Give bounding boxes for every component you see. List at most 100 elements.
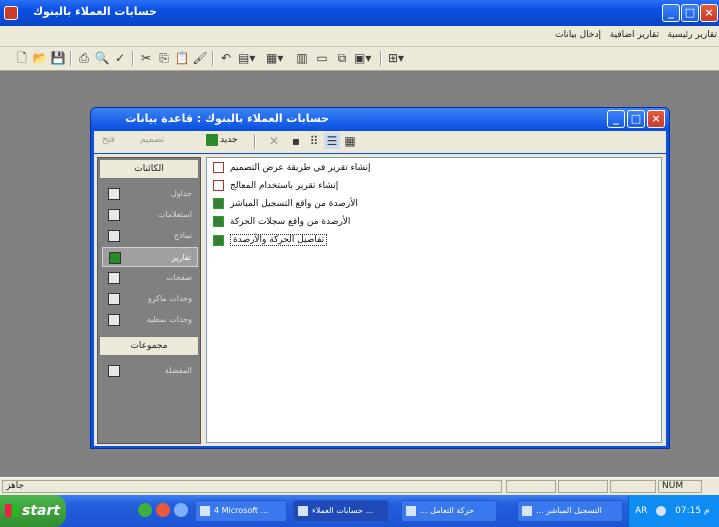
- help-icon[interactable]: ⊞▾: [388, 50, 404, 66]
- language-indicator[interactable]: AR: [635, 506, 647, 516]
- taskbar-button[interactable]: ... التسجيل المباشر: [517, 500, 623, 522]
- quicklaunch-desktop-icon[interactable]: [138, 503, 152, 517]
- save-icon[interactable]: 💾: [50, 50, 66, 66]
- system-tray: AR 07:15 م: [628, 495, 719, 527]
- undo-icon[interactable]: ↶: [218, 50, 234, 66]
- status-panel: [610, 480, 656, 493]
- spelling-icon[interactable]: ✓: [112, 50, 128, 66]
- page-icon: [108, 272, 120, 284]
- objects-item-label: صفحات: [166, 273, 192, 282]
- macro-icon: [108, 293, 120, 305]
- window-icon: [406, 506, 416, 516]
- form-icon: [108, 230, 120, 242]
- objects-item-label: وحدات نمطية: [146, 315, 192, 324]
- design-button[interactable]: تصميم: [140, 135, 164, 145]
- objects-item-reports[interactable]: تقارير: [102, 247, 198, 267]
- start-button[interactable]: start: [0, 495, 66, 527]
- access-app-icon[interactable]: [4, 6, 18, 20]
- window-icon: [298, 506, 308, 516]
- report-icon: [213, 198, 224, 209]
- open-folder-icon[interactable]: 📂: [32, 50, 48, 66]
- taskbar-button[interactable]: ... حركة التعامل: [401, 500, 497, 522]
- list-item-label: إنشاء تقرير باستخدام المعالج: [230, 180, 339, 191]
- taskbar-button-label: ... التسجيل المباشر: [536, 506, 602, 515]
- new-button[interactable]: جديد: [220, 135, 238, 145]
- taskbar-button-label: ... حركة التعامل: [420, 506, 474, 515]
- db-maximize-button[interactable]: □: [627, 110, 645, 128]
- db-close-button[interactable]: ×: [647, 110, 665, 128]
- toolbar-separator: [212, 51, 214, 66]
- list-item-label: الأرصدة من واقع التسجيل المباشر: [230, 198, 358, 209]
- status-bar: جاهز NUM: [0, 477, 719, 495]
- objects-item-label: نماذج: [173, 231, 192, 240]
- status-panel: [506, 480, 556, 493]
- quicklaunch-browser-icon[interactable]: [156, 503, 170, 517]
- analyze-icon[interactable]: ▦▾: [266, 50, 283, 66]
- objects-item-label: استعلامات: [157, 210, 192, 219]
- objects-item-modules[interactable]: وحدات نمطية: [102, 310, 198, 330]
- cut-icon[interactable]: ✂: [138, 50, 154, 66]
- report-icon: [109, 252, 121, 264]
- objects-header[interactable]: الكائنات: [99, 159, 199, 179]
- delete-icon[interactable]: ✕: [266, 133, 282, 149]
- new-object-icon[interactable]: ▣▾: [354, 50, 371, 66]
- list-item[interactable]: إنشاء تقرير باستخدام المعالج: [213, 180, 338, 196]
- open-button[interactable]: فتح: [102, 135, 115, 145]
- office-links-icon[interactable]: ▤▾: [238, 50, 255, 66]
- objects-item-label: تقارير: [171, 253, 191, 262]
- copy-icon[interactable]: ⎘: [156, 50, 172, 66]
- relationships-icon[interactable]: ⧉: [334, 50, 350, 66]
- objects-item-pages[interactable]: صفحات: [102, 268, 198, 288]
- window-icon: [522, 506, 532, 516]
- list-item[interactable]: إنشاء تقرير في طريقة عرض التصميم: [213, 162, 371, 178]
- menu-item-main-reports[interactable]: تقارير رئيسية: [667, 30, 717, 40]
- database-window-title-bar: حسابات العملاء بالبنوك : قاعدة بيانات _ …: [91, 108, 669, 130]
- database-window-title: حسابات العملاء بالبنوك : قاعدة بيانات: [125, 112, 329, 125]
- new-file-icon[interactable]: 🗋: [14, 50, 30, 66]
- list-item[interactable]: الأرصدة من واقع التسجيل المباشر: [213, 198, 358, 214]
- menu-item-data-entry[interactable]: إدخال بيانات: [555, 30, 601, 40]
- taskbar-button[interactable]: حسابات العملاء ...: [293, 500, 389, 522]
- objects-item-queries[interactable]: استعلامات: [102, 205, 198, 225]
- groups-item-favorites[interactable]: المفضلة: [102, 361, 198, 381]
- app-title-bar: حسابات العملاء بالبنوك _ □ ×: [0, 0, 719, 26]
- code-icon[interactable]: ▥: [294, 50, 310, 66]
- maximize-button[interactable]: □: [681, 4, 699, 22]
- small-icons-icon[interactable]: ⠿: [306, 133, 322, 149]
- taskbar-button-label: حسابات العملاء ...: [312, 506, 374, 515]
- groups-header[interactable]: مجموعات: [99, 336, 199, 356]
- num-lock-indicator: NUM: [658, 480, 702, 493]
- list-item-label: تفاصيل الحركة والأرصدة: [230, 234, 328, 246]
- list-view-icon[interactable]: ☰: [324, 133, 340, 149]
- menu-item-extra-reports[interactable]: تقارير اضافية: [610, 30, 659, 40]
- query-icon: [108, 209, 120, 221]
- status-text: جاهز: [2, 480, 502, 493]
- toolbar-separator: [380, 51, 382, 66]
- report-wizard-icon: [213, 162, 224, 173]
- large-icons-icon[interactable]: ▪: [288, 133, 304, 149]
- objects-item-forms[interactable]: نماذج: [102, 226, 198, 246]
- objects-item-tables[interactable]: جداول: [102, 184, 198, 204]
- new-report-icon: [206, 134, 218, 146]
- details-view-icon[interactable]: ▦: [342, 133, 358, 149]
- objects-item-label: جداول: [170, 189, 192, 198]
- print-icon[interactable]: ⎙: [76, 50, 92, 66]
- clock[interactable]: 07:15 م: [675, 506, 709, 516]
- taskbar-button[interactable]: 4 Microsoft ...: [195, 500, 287, 522]
- paste-icon[interactable]: 📋: [174, 50, 190, 66]
- list-item[interactable]: الأرصدة من واقع سجلات الحركة: [213, 216, 350, 232]
- print-preview-icon[interactable]: 🔍: [94, 50, 110, 66]
- start-label: start: [22, 503, 61, 519]
- list-item[interactable]: تفاصيل الحركة والأرصدة: [213, 234, 328, 250]
- objects-item-macros[interactable]: وحدات ماكرو: [102, 289, 198, 309]
- database-window-body: الكائنات جداول استعلامات نماذج تقارير صف…: [94, 154, 666, 446]
- standard-toolbar: 🗋 📂 💾 ⎙ 🔍 ✓ ✂ ⎘ 📋 🖌 ↶ ▤▾ ▦▾ ▥ ▭ ⧉ ▣▾ ⊞▾: [0, 47, 719, 71]
- close-button[interactable]: ×: [700, 4, 718, 22]
- db-minimize-button[interactable]: _: [607, 110, 625, 128]
- network-icon[interactable]: [656, 505, 667, 516]
- format-painter-icon[interactable]: 🖌: [192, 50, 208, 66]
- minimize-button[interactable]: _: [662, 4, 680, 22]
- report-icon: [213, 216, 224, 227]
- quicklaunch-media-icon[interactable]: [174, 503, 188, 517]
- properties-icon[interactable]: ▭: [314, 50, 330, 66]
